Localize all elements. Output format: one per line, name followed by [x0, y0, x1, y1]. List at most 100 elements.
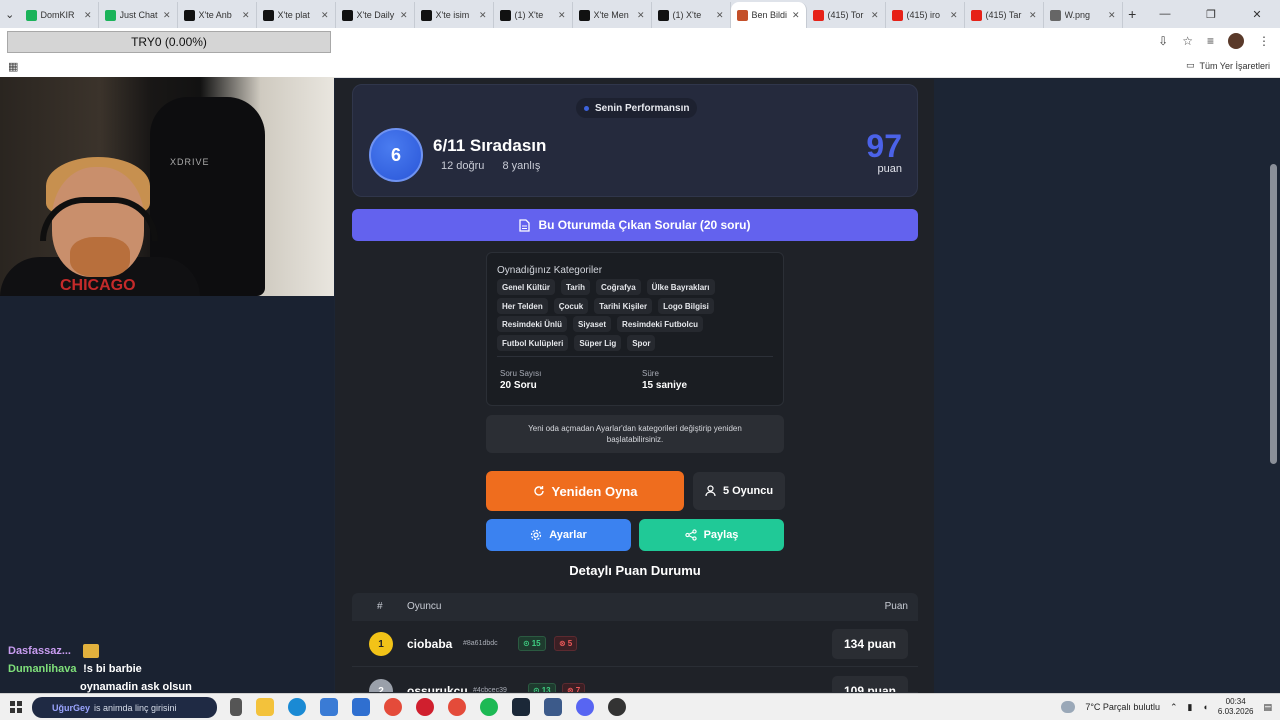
tab-label: (1) X'te [672, 10, 702, 20]
tab-close-icon[interactable]: ✕ [479, 10, 487, 21]
gear-icon [531, 529, 542, 541]
tab-favicon-icon [420, 9, 432, 21]
new-tab-button[interactable]: + [1123, 0, 1143, 28]
notification-icon[interactable]: ▤ [1263, 702, 1272, 713]
rank-stats: 12 doğru 8 yanlış [441, 160, 540, 172]
system-clock[interactable]: 00:34 6.03.2026 [1218, 697, 1254, 717]
browser-tab[interactable]: X'te Daily ✕ [336, 2, 415, 28]
apps-grid-icon[interactable]: ▦ [8, 60, 18, 73]
tab-close-icon[interactable]: ✕ [950, 10, 958, 21]
leaderboard-row[interactable]: 1 ciobaba #8a61dbdc ⊙ 15 ⊗ 5 134 puan [352, 621, 918, 667]
browser-tab[interactable]: X'te Men ✕ [573, 2, 652, 28]
taskbar-search[interactable]: UğurGey is animda linç girisini [32, 697, 217, 718]
browser-tab[interactable]: Ben Bildi ✕ [730, 2, 807, 28]
edge-icon[interactable] [288, 698, 306, 716]
mail-icon[interactable] [352, 698, 370, 716]
windows-start-icon[interactable] [10, 701, 22, 713]
browser-tab-strip: ⌄ DomKIR ✕ Just Chat ✕ X'te Anb ✕ X'te plat ✕ X'… [0, 0, 1280, 28]
chevron-up-icon[interactable]: ⌃ [1170, 702, 1178, 713]
webcam-feed: XDRIVE CHICAGO [0, 77, 334, 296]
network-icon[interactable]: ▮ [1188, 702, 1193, 713]
category-chip: Spor [627, 335, 656, 351]
obs-icon[interactable] [608, 698, 626, 716]
spotify-icon[interactable] [480, 698, 498, 716]
browser-tab[interactable]: DomKIR ✕ [20, 2, 99, 28]
correct-badge: ⊙ 15 [518, 636, 546, 651]
profile-avatar[interactable] [1228, 33, 1244, 49]
file-explorer-icon[interactable] [256, 698, 274, 716]
tab-close-icon[interactable]: ✕ [637, 10, 645, 21]
wrong-badge: ⊗ 7 [562, 683, 586, 693]
chat-text: !s bi barbie [83, 663, 142, 675]
tab-favicon-icon [657, 9, 669, 21]
tab-close-icon[interactable]: ✕ [84, 10, 92, 21]
browser-tab[interactable]: W.png ✕ [1044, 2, 1123, 28]
browser-tab[interactable]: X'te plat ✕ [257, 2, 336, 28]
user-icon [705, 485, 716, 497]
x-circle-icon: ⊗ [567, 686, 574, 693]
window-controls: — ❐ ✕ [1142, 0, 1280, 28]
task-view-icon[interactable] [230, 698, 242, 716]
category-chip: Genel Kültür [497, 279, 556, 295]
taskbar-apps [230, 698, 626, 716]
player-column-header: Oyuncu [407, 601, 442, 612]
player-points: 134 puan [832, 629, 908, 659]
correct-badge: ⊙ 13 [528, 683, 556, 692]
browser-tab[interactable]: X'te isim ✕ [415, 2, 494, 28]
rank-badge: 2 [369, 679, 393, 692]
all-bookmarks[interactable]: ▭ Tüm Yer İşaretleri [1186, 60, 1270, 71]
opera-icon[interactable] [416, 698, 434, 716]
leaderboard-row[interactable]: 2 ossurukcu #4cbcec39 ⊙ 13 ⊗ 7 109 puan [352, 668, 918, 693]
app-icon[interactable] [544, 698, 562, 716]
scrollbar-thumb[interactable] [1270, 164, 1277, 464]
browser-tab[interactable]: (415) Tor ✕ [807, 2, 886, 28]
settings-button[interactable]: Ayarlar [486, 519, 631, 551]
close-window-icon[interactable]: ✕ [1234, 0, 1280, 28]
category-chip: Futbol Kulüpleri [497, 335, 569, 351]
tab-label: X'te isim [435, 10, 470, 20]
volume-icon[interactable]: ◖ [1202, 702, 1207, 712]
page-scrollbar[interactable] [1270, 84, 1277, 684]
browser-tab[interactable]: Just Chat ✕ [99, 2, 178, 28]
browser-tab[interactable]: X'te Anb ✕ [178, 2, 257, 28]
tab-close-icon[interactable]: ✕ [871, 10, 879, 21]
chat-username: Dasfassaz... [8, 644, 71, 657]
browser-tab[interactable]: (415) Tar ✕ [965, 2, 1044, 28]
weather-text[interactable]: 7°C Parçalı bulutlu [1085, 702, 1160, 712]
discord-icon[interactable] [576, 698, 594, 716]
tab-close-icon[interactable]: ✕ [321, 10, 329, 21]
menu-dots-icon[interactable]: ⋮ [1258, 34, 1270, 48]
replay-button[interactable]: Yeniden Oyna [486, 471, 684, 511]
chrome-active-icon[interactable] [448, 698, 466, 716]
tab-search-icon[interactable]: ⌄ [0, 0, 20, 28]
browser-tab[interactable]: (1) X'te ✕ [494, 2, 573, 28]
tab-close-icon[interactable]: ✕ [716, 10, 724, 21]
share-button[interactable]: Paylaş [639, 519, 784, 551]
browser-tab[interactable]: (1) X'te ✕ [652, 2, 731, 28]
media-control-icon[interactable]: ≡ [1207, 34, 1214, 48]
session-questions-button[interactable]: Bu Oturumda Çıkan Sorular (20 soru) [352, 209, 918, 241]
tab-close-icon[interactable]: ✕ [1108, 10, 1116, 21]
chrome-icon[interactable] [384, 698, 402, 716]
category-chip: Her Telden [497, 298, 548, 314]
store-icon[interactable] [320, 698, 338, 716]
steam-icon[interactable] [512, 698, 530, 716]
restore-icon[interactable]: ❐ [1188, 0, 1234, 28]
x-circle-icon: ⊗ [559, 639, 566, 648]
minimize-icon[interactable]: — [1142, 0, 1188, 28]
tab-label: (415) iro [906, 10, 941, 20]
tab-close-icon[interactable]: ✕ [163, 10, 171, 21]
player-tag: #8a61dbdc [463, 640, 498, 647]
players-button[interactable]: 5 Oyuncu [693, 472, 785, 510]
install-app-icon[interactable]: ⇩ [1158, 34, 1168, 48]
tab-close-icon[interactable]: ✕ [1029, 10, 1037, 21]
category-row: Resimdeki Ünlü Siyaset Resimdeki Futbolc… [497, 316, 704, 332]
tab-close-icon[interactable]: ✕ [400, 10, 408, 21]
bookmark-star-icon[interactable]: ☆ [1182, 34, 1193, 48]
category-chip: Tarihi Kişiler [594, 298, 653, 314]
tab-close-icon[interactable]: ✕ [242, 10, 250, 21]
tab-close-icon[interactable]: ✕ [792, 10, 800, 21]
browser-tab[interactable]: (415) iro ✕ [886, 2, 965, 28]
tab-close-icon[interactable]: ✕ [558, 10, 566, 21]
stream-overlay-background [0, 296, 334, 693]
